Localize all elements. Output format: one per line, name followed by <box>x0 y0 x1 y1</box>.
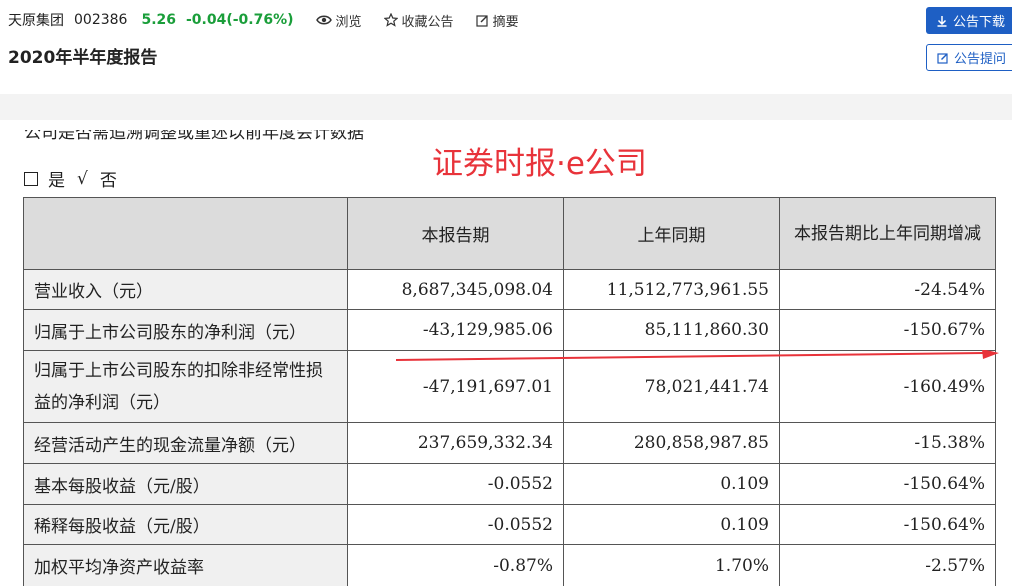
table-row: 加权平均净资产收益率 -0.87% 1.70% -2.57% <box>23 544 996 586</box>
download-icon <box>937 15 947 27</box>
announcement-header: 天原集团 002386 5.26 -0.04(-0.76%) 浏览 收藏公告 摘… <box>0 0 1012 94</box>
edit-icon <box>475 14 488 27</box>
header-cell-previous: 上年同期 <box>563 197 780 270</box>
cell-previous: 85,111,860.30 <box>563 309 780 351</box>
row-label: 基本每股收益（元/股） <box>23 463 348 505</box>
cell-current: -0.0552 <box>347 463 564 505</box>
cell-current: -0.0552 <box>347 504 564 545</box>
row-label: 归属于上市公司股东的净利润（元） <box>23 309 348 351</box>
no-label: 否 <box>99 171 117 191</box>
star-icon <box>383 13 398 27</box>
cell-current: 8,687,345,098.04 <box>347 269 564 310</box>
yes-label: 是 <box>48 171 65 191</box>
cell-previous: 0.109 <box>563 504 780 545</box>
browse-button[interactable]: 浏览 <box>315 11 362 30</box>
row-label: 营业收入（元） <box>23 269 348 310</box>
edit-icon <box>937 52 948 64</box>
cell-previous: 1.70% <box>563 544 780 586</box>
stock-price: 5.26 <box>141 12 176 28</box>
table-row: 归属于上市公司股东的净利润（元） -43,129,985.06 85,111,8… <box>23 309 996 351</box>
price-change: -0.04(-0.76%) <box>186 12 294 28</box>
cell-previous: 0.109 <box>563 463 780 505</box>
document-viewer: 公司是否需追溯调整或重述以前年度会计数据 是 √ 否 证券时报·e公司 本报告期… <box>0 120 1012 586</box>
cell-previous: 280,858,987.85 <box>563 422 780 464</box>
download-label: 公告下载 <box>953 15 1006 30</box>
cell-current: 237,659,332.34 <box>347 422 564 464</box>
cell-change: -150.67% <box>779 309 996 351</box>
stock-code: 002386 <box>74 12 128 28</box>
checkbox-icon <box>24 171 38 186</box>
eye-icon <box>315 15 332 25</box>
cell-change: -15.38% <box>779 422 996 464</box>
favorite-button[interactable]: 收藏公告 <box>383 11 454 30</box>
restatement-choice: 是 √ 否 <box>24 166 117 191</box>
company-name[interactable]: 天原集团 <box>8 10 64 30</box>
cut-off-text: 公司是否需追溯调整或重述以前年度会计数据 <box>24 130 364 143</box>
divider-band <box>0 94 1012 120</box>
header-cell-change: 本报告期比上年同期增减 <box>779 197 996 270</box>
download-button[interactable]: 公告下载 <box>926 7 1012 34</box>
check-mark: √ <box>77 168 88 189</box>
red-arrow-annotation <box>396 350 999 361</box>
table-row: 基本每股收益（元/股） -0.0552 0.109 -150.64% <box>23 463 996 505</box>
watermark: 证券时报·e公司 <box>432 146 647 182</box>
stock-info-bar: 天原集团 002386 5.26 -0.04(-0.76%) 浏览 收藏公告 摘… <box>8 9 519 31</box>
cell-change: -24.54% <box>779 269 996 310</box>
row-label: 归属于上市公司股东的扣除非经常性损益的净利润（元） <box>23 350 348 423</box>
summary-button[interactable]: 摘要 <box>475 11 519 30</box>
cell-current: -43,129,985.06 <box>347 309 564 351</box>
row-label: 经营活动产生的现金流量净额（元） <box>23 422 348 464</box>
ask-label: 公告提问 <box>954 52 1007 67</box>
ask-question-button[interactable]: 公告提问 <box>926 44 1012 71</box>
favorite-label: 收藏公告 <box>401 14 454 30</box>
table-row: 营业收入（元） 8,687,345,098.04 11,512,773,961.… <box>23 269 996 310</box>
header-cell-current: 本报告期 <box>347 197 564 270</box>
financial-data-table: 本报告期 上年同期 本报告期比上年同期增减 营业收入（元） 8,687,345,… <box>23 197 996 586</box>
row-label: 加权平均净资产收益率 <box>23 544 348 586</box>
report-title: 2020年半年度报告 <box>8 48 158 68</box>
cell-change: -2.57% <box>779 544 996 586</box>
cell-change: -150.64% <box>779 463 996 505</box>
table-row: 经营活动产生的现金流量净额（元） 237,659,332.34 280,858,… <box>23 422 996 464</box>
browse-label: 浏览 <box>335 14 362 30</box>
cell-change: -150.64% <box>779 504 996 545</box>
header-cell-blank <box>23 197 348 270</box>
row-label: 稀释每股收益（元/股） <box>23 504 348 545</box>
table-header-row: 本报告期 上年同期 本报告期比上年同期增减 <box>23 197 996 270</box>
summary-label: 摘要 <box>492 14 519 30</box>
cell-previous: 11,512,773,961.55 <box>563 269 780 310</box>
table-row: 稀释每股收益（元/股） -0.0552 0.109 -150.64% <box>23 504 996 545</box>
cell-current: -0.87% <box>347 544 564 586</box>
